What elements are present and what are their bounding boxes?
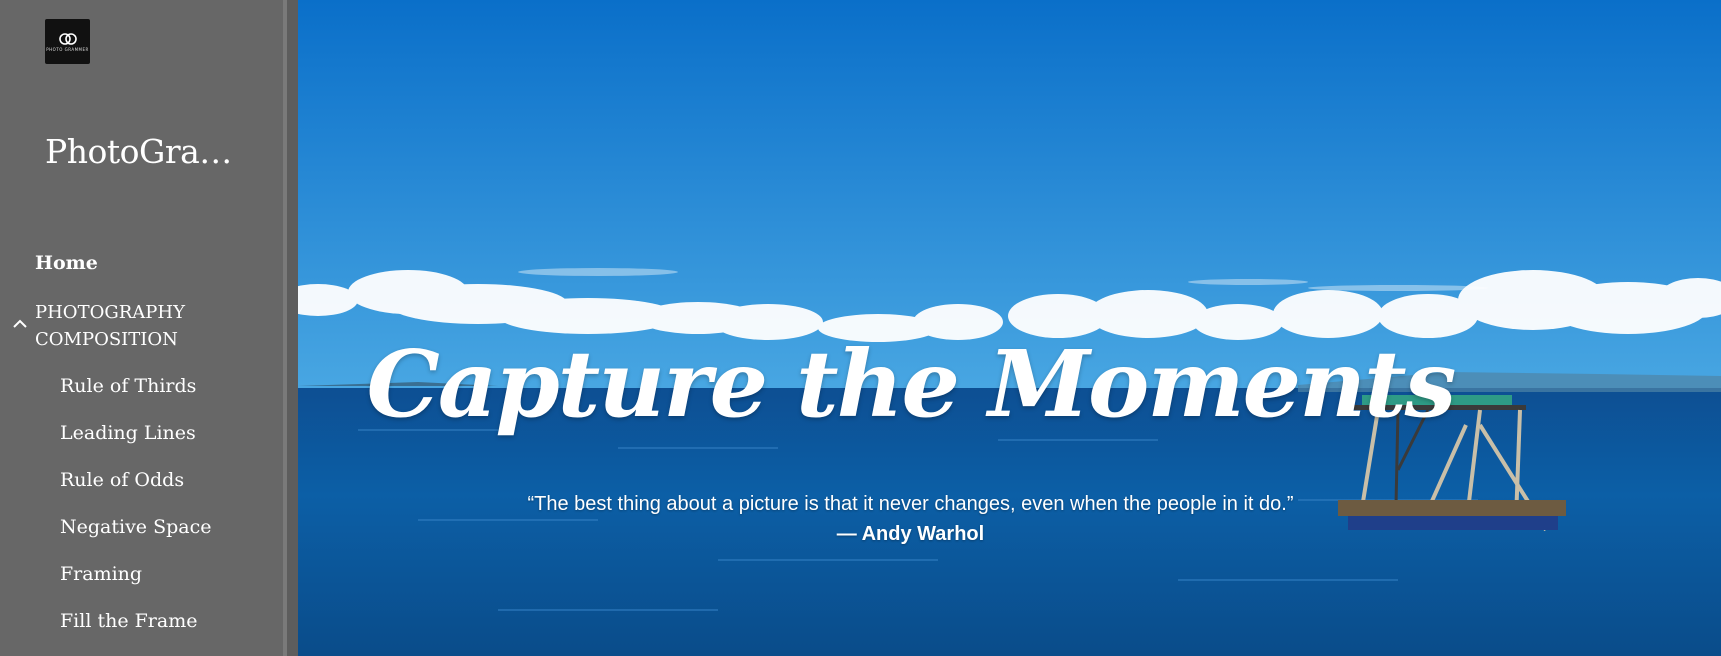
nav-item-negative-space[interactable]: Negative Space (60, 516, 211, 538)
logo-text: PHOTO GRAMMER (46, 46, 89, 52)
site-logo[interactable]: PHOTO GRAMMER (45, 19, 90, 64)
hero-headline: Capture the Moments (366, 330, 1457, 438)
nav-item-leading-lines[interactable]: Leading Lines (60, 422, 196, 444)
hero-quote: “The best thing about a picture is that … (527, 493, 1294, 515)
chevron-up-icon[interactable] (12, 316, 28, 332)
hero-banner: Capture the Moments “The best thing abou… (298, 0, 1721, 656)
nav-section-photography-composition[interactable]: PHOTOGRAPHY COMPOSITION (35, 299, 255, 353)
quote-author: — Andy Warhol (836, 523, 985, 545)
rings-icon (58, 32, 77, 45)
nav-item-framing[interactable]: Framing (60, 563, 142, 585)
nav-item-home[interactable]: Home (35, 252, 98, 274)
nav-item-fill-the-frame[interactable]: Fill the Frame (60, 610, 197, 632)
nav-item-rule-of-thirds[interactable]: Rule of Thirds (60, 375, 196, 397)
nav-item-rule-of-odds[interactable]: Rule of Odds (60, 469, 184, 491)
hero-background-image (298, 0, 1721, 656)
sidebar: PHOTO GRAMMER PhotoGram... Home PHOTOGRA… (0, 0, 287, 656)
site-title[interactable]: PhotoGram... (45, 132, 255, 171)
